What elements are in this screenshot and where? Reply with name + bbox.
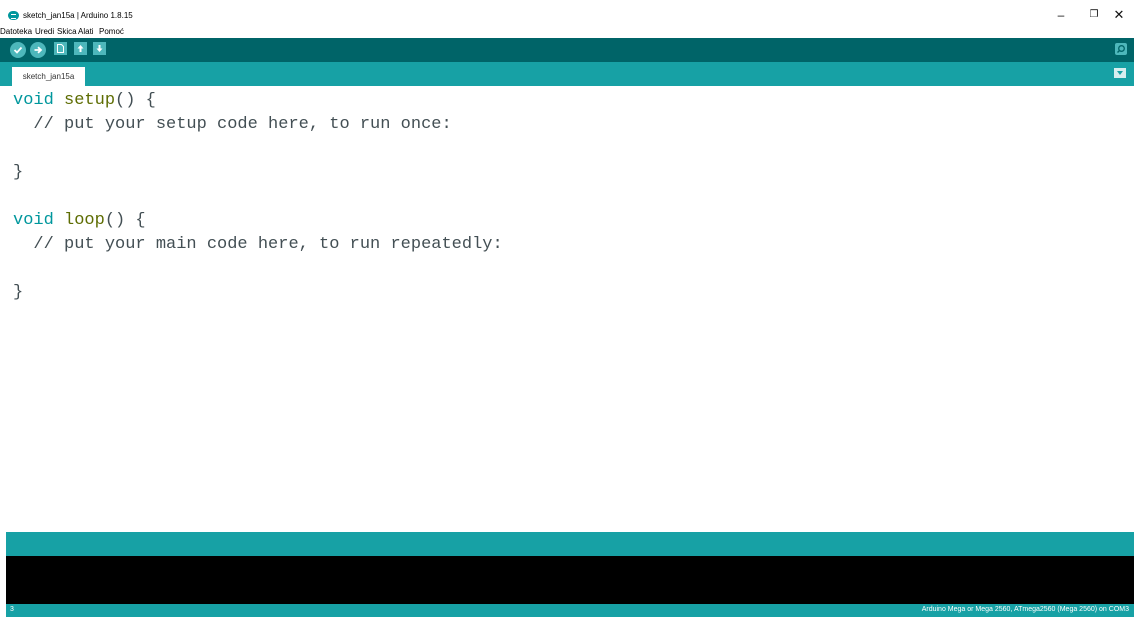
menu-bar: Datoteka Uredi Skica Alati Pomoć	[0, 24, 1134, 38]
tab-menu-icon[interactable]	[1114, 68, 1126, 78]
console-output[interactable]	[6, 556, 1134, 604]
tab-sketch[interactable]: sketch_jan15a	[12, 67, 85, 86]
code-text: () {	[115, 91, 156, 110]
message-bar	[6, 532, 1134, 556]
toolbar	[0, 38, 1134, 62]
code-line: }	[13, 283, 24, 302]
new-icon[interactable]	[54, 42, 67, 55]
verify-icon[interactable]	[10, 42, 26, 58]
window-title: sketch_jan15a | Arduino 1.8.15	[23, 11, 133, 20]
code-text: () {	[104, 211, 146, 230]
minimize-button[interactable]: –	[1045, 6, 1077, 24]
code-line: }	[13, 163, 24, 182]
code-keyword: void	[13, 211, 54, 230]
code-comment: // put your main code here, to run repea…	[13, 235, 503, 254]
title-bar: sketch_jan15a | Arduino 1.8.15 – ❐ ✕	[0, 0, 1134, 25]
menu-pomoc[interactable]: Pomoć	[99, 27, 124, 36]
code-line: void setup() {	[13, 91, 156, 111]
tab-strip: sketch_jan15a	[0, 62, 1134, 86]
menu-skica[interactable]: Skica	[57, 27, 77, 36]
line-number: 3	[10, 606, 14, 613]
serial-monitor-icon[interactable]	[1115, 43, 1127, 55]
code-function-name: setup	[64, 91, 116, 110]
status-bar: 3 Arduino Mega or Mega 2560, ATmega2560 …	[6, 604, 1134, 617]
code-comment: // put your setup code here, to run once…	[13, 115, 452, 134]
code-editor[interactable]: void setup() { // put your setup code he…	[0, 86, 1134, 530]
code-keyword: void	[13, 91, 54, 110]
code-line: void loop() {	[13, 211, 146, 231]
upload-icon[interactable]	[30, 42, 46, 58]
menu-uredi[interactable]: Uredi	[35, 27, 54, 36]
menu-datoteka[interactable]: Datoteka	[0, 27, 32, 36]
open-icon[interactable]	[74, 42, 87, 55]
save-icon[interactable]	[93, 42, 106, 55]
close-button[interactable]: ✕	[1103, 6, 1134, 24]
board-info: Arduino Mega or Mega 2560, ATmega2560 (M…	[921, 606, 1129, 613]
menu-alati[interactable]: Alati	[78, 27, 94, 36]
arduino-logo-icon	[8, 11, 19, 20]
code-function-name: loop	[64, 211, 105, 230]
